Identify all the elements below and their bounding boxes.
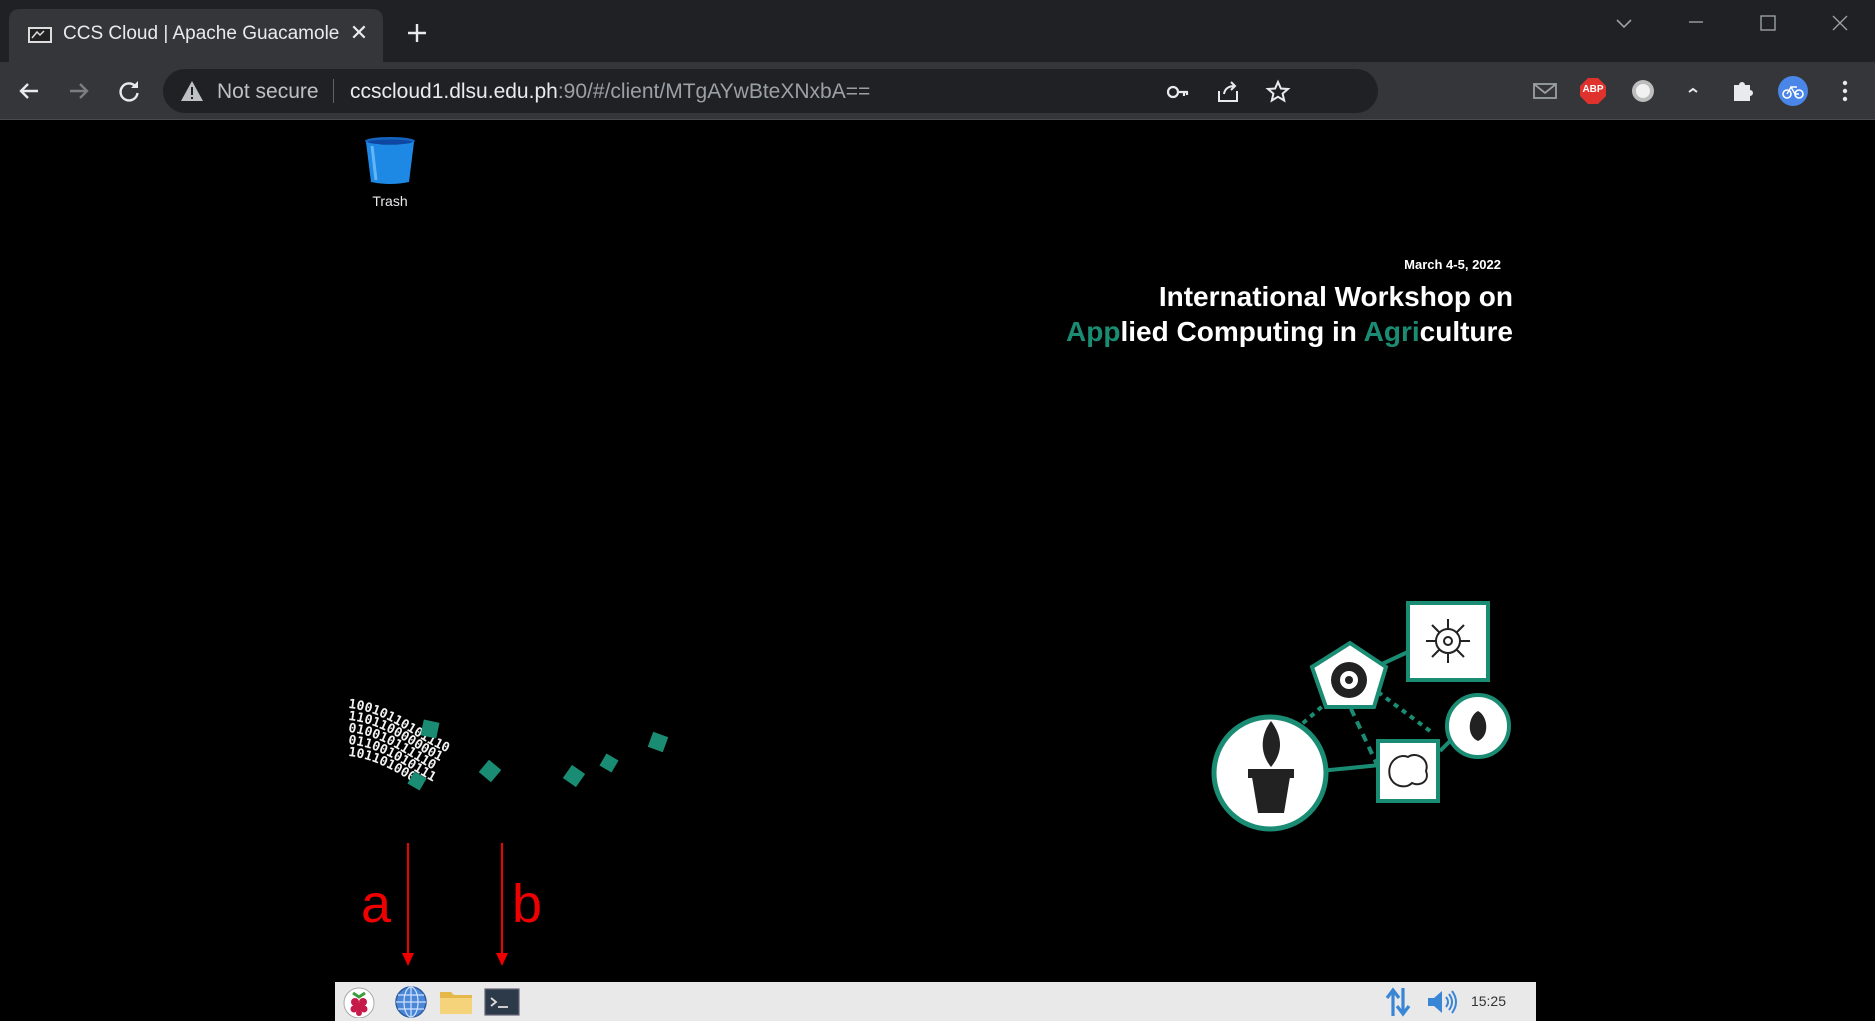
url-path: :90/#/client/MTgAYwBteXNxbA== xyxy=(557,80,871,103)
title-white-1: lied Computing in xyxy=(1120,316,1364,347)
event-title-line2: Applied Computing in Agriculture xyxy=(1066,316,1513,348)
address-bar[interactable]: Not secure ccscloud1.dlsu.edu.ph:90/#/cl… xyxy=(163,69,1378,113)
profile-icon[interactable] xyxy=(1778,76,1808,106)
forward-arrow-icon[interactable] xyxy=(64,76,94,106)
web-browser-icon[interactable] xyxy=(393,986,429,1018)
terminal-icon[interactable] xyxy=(484,986,520,1018)
annotation-a: a xyxy=(361,874,392,934)
raspberry-menu-icon[interactable] xyxy=(341,986,377,1018)
record-icon[interactable] xyxy=(1628,76,1658,106)
new-tab-icon[interactable] xyxy=(404,20,430,46)
minimize-icon[interactable] xyxy=(1672,8,1720,38)
url-host: ccscloud1.dlsu.edu.ph xyxy=(350,80,558,103)
annotation-arrow-a xyxy=(402,843,414,966)
trash-label: Trash xyxy=(372,193,408,209)
file-manager-icon[interactable] xyxy=(438,986,474,1018)
key-icon[interactable] xyxy=(1165,79,1191,105)
annotation-b: b xyxy=(512,874,543,934)
reload-icon[interactable] xyxy=(114,76,144,106)
puzzle-icon[interactable] xyxy=(1728,76,1758,106)
maximize-icon[interactable] xyxy=(1744,8,1792,38)
agri-network-graphic xyxy=(1211,601,1511,832)
trash-desktop-item[interactable]: Trash xyxy=(360,136,420,209)
tab-close-icon[interactable]: ✕ xyxy=(347,21,371,45)
url-text[interactable]: ccscloud1.dlsu.edu.ph:90/#/client/MTgAYw… xyxy=(350,80,870,104)
event-title-line1: International Workshop on xyxy=(1158,281,1513,312)
kebab-menu-icon[interactable] xyxy=(1830,76,1860,106)
omnibox-divider xyxy=(333,79,334,103)
close-window-icon[interactable] xyxy=(1816,8,1864,38)
collapse-icon[interactable] xyxy=(1678,76,1708,106)
trash-bin-icon xyxy=(365,137,415,184)
not-secure-label[interactable]: Not secure xyxy=(217,80,319,104)
taskbar-clock[interactable]: 15:25 xyxy=(1471,993,1506,1009)
title-white-2: culture xyxy=(1419,316,1513,347)
mail-icon[interactable] xyxy=(1530,76,1560,106)
remote-desktop[interactable]: Trash March 4-5, 2022 International Work… xyxy=(0,121,1875,1021)
title-teal-app: App xyxy=(1066,316,1121,347)
volume-icon[interactable] xyxy=(1424,986,1460,1018)
adblock-badge: ABP xyxy=(1582,84,1604,95)
title-teal-agri: Agri xyxy=(1363,316,1420,347)
network-transfer-icon[interactable] xyxy=(1380,986,1416,1018)
tab-search-chevron-icon[interactable] xyxy=(1600,8,1648,38)
tab-title: CCS Cloud | Apache Guacamole xyxy=(63,23,340,44)
tab-guacamole[interactable]: CCS Cloud | Apache Guacamole ✕ xyxy=(9,9,383,62)
event-date: March 4-5, 2022 xyxy=(1404,257,1501,272)
browser-toolbar: Not secure ccscloud1.dlsu.edu.ph:90/#/cl… xyxy=(0,62,1875,120)
browser-tabstrip: CCS Cloud | Apache Guacamole ✕ xyxy=(0,0,1875,62)
back-arrow-icon[interactable] xyxy=(14,76,44,106)
warning-triangle-icon xyxy=(181,81,203,101)
share-icon[interactable] xyxy=(1215,79,1241,105)
remote-taskbar: 15:25 xyxy=(335,982,1536,1021)
adblock-icon[interactable]: ABP xyxy=(1578,76,1608,106)
binary-wave-graphic: 10010110101110 1101100000001 01001011111… xyxy=(348,697,669,791)
guacamole-favicon-icon xyxy=(28,27,52,43)
annotation-arrow-b xyxy=(496,843,508,966)
bookmark-star-icon[interactable] xyxy=(1265,79,1291,105)
